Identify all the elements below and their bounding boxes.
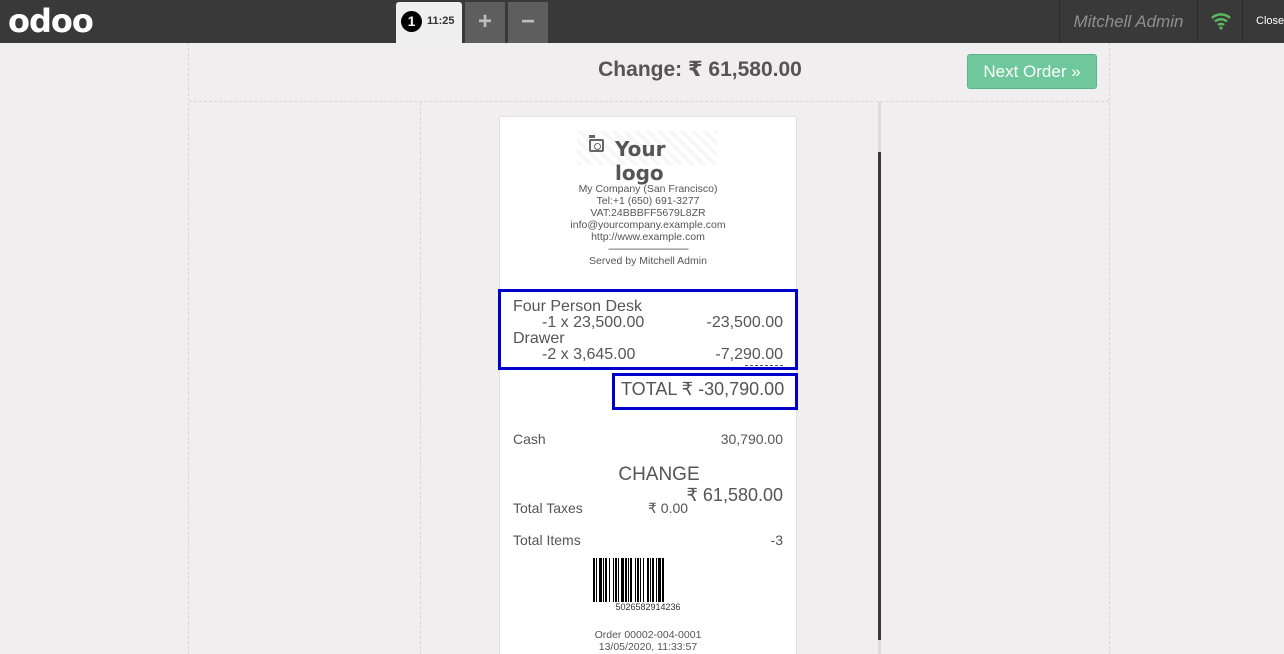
items-label: Total Items [513,532,581,548]
logo-text: Your logo [615,137,666,185]
company-email: info@yourcompany.example.com [570,219,726,231]
remove-order-button[interactable]: − [508,2,548,43]
left-panel [189,102,421,654]
order-tab[interactable]: 1 11:25 [396,2,462,43]
top-bar: odoo 1 11:25 + − Mitchell Admin Close [0,0,1284,43]
barcode-bar [662,558,664,602]
highlight-total [612,373,798,410]
company-name: My Company (San Francisco) [578,183,718,195]
payment-method: Cash [513,431,546,447]
scrollbar-thumb[interactable] [878,152,881,640]
barcode-image [593,558,703,602]
user-name[interactable]: Mitchell Admin [1059,0,1198,43]
order-date: 13/05/2020, 11:33:57 [598,641,698,653]
order-reference: Order 00002-004-0001 [594,629,702,641]
company-logo: Your logo [577,131,717,185]
close-button[interactable]: Close [1256,15,1284,27]
payment-line: Cash 30,790.00 [513,431,783,449]
wifi-icon [1211,13,1231,30]
items-value: -3 [770,532,783,548]
order-number-badge: 1 [401,11,422,32]
odoo-logo: odoo [8,2,94,40]
change-label: CHANGE [618,464,700,485]
served-by: Served by Mitchell Admin [589,255,707,267]
add-order-button[interactable]: + [465,2,505,43]
plus-icon: + [477,8,492,35]
taxes-value: ₹ 0.00 [648,500,689,516]
items-line: Total Items -3 [513,532,783,550]
order-time: 11:25 [427,15,455,27]
next-order-button[interactable]: Next Order » [967,54,1097,89]
receipt-header: Change: ₹ 61,580.00 Next Order » [189,43,1109,102]
taxes-label: Total Taxes [513,500,583,516]
camera-icon [589,135,604,152]
highlight-order-lines [498,289,798,370]
order-info: Order 00002-004-0001 13/05/2020, 11:33:5… [500,629,796,653]
taxes-line: Total Taxes ₹ 0.00 [513,500,783,518]
connection-status[interactable] [1199,0,1243,43]
company-website: http://www.example.com [591,231,705,243]
company-vat: VAT:24BBBFF5679L8ZR [590,207,706,219]
company-info: My Company (San Francisco) Tel:+1 (650) … [500,183,796,267]
barcode-number: 5026582914236 [615,602,681,612]
minus-icon: − [520,8,535,35]
company-tel: Tel:+1 (650) 691-3277 [596,195,700,207]
payment-amount: 30,790.00 [720,431,783,447]
separator: -------------------------------- [608,243,689,255]
